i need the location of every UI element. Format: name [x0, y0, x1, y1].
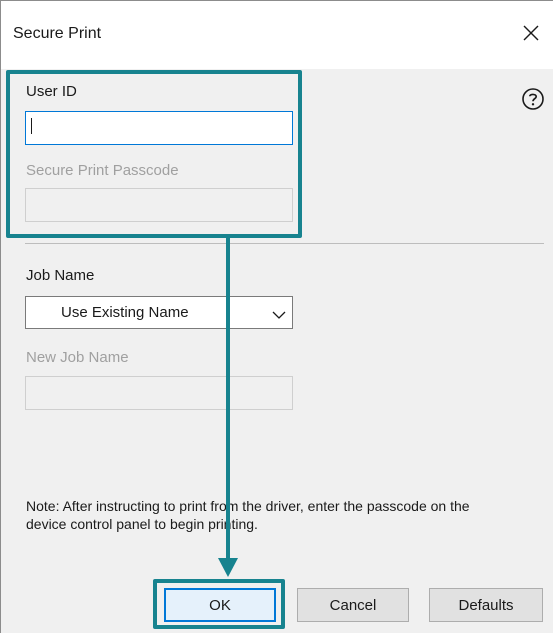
- secure-print-dialog: Secure Print User ID Secure Print Passco…: [0, 0, 553, 633]
- dialog-title: Secure Print: [13, 25, 102, 42]
- job-name-selected-value: Use Existing Name: [61, 304, 189, 321]
- new-job-name-input[interactable]: [25, 376, 293, 410]
- new-job-name-label: New Job Name: [26, 349, 129, 366]
- passcode-input[interactable]: [25, 188, 293, 222]
- text-caret: [31, 118, 32, 134]
- help-icon[interactable]: [521, 87, 545, 111]
- chevron-down-icon: [272, 307, 286, 319]
- note-text: Note: After instructing to print from th…: [26, 498, 470, 532]
- passcode-label: Secure Print Passcode: [26, 162, 179, 179]
- defaults-button[interactable]: Defaults: [429, 588, 543, 622]
- job-name-label: Job Name: [26, 267, 95, 284]
- close-icon[interactable]: [515, 17, 547, 49]
- job-name-select[interactable]: Use Existing Name: [25, 296, 293, 329]
- ok-button[interactable]: OK: [164, 588, 276, 622]
- user-id-input[interactable]: [25, 111, 293, 145]
- user-id-label: User ID: [26, 83, 77, 100]
- cancel-button[interactable]: Cancel: [297, 588, 409, 622]
- title-bar: Secure Print: [1, 1, 553, 69]
- separator: [25, 243, 544, 244]
